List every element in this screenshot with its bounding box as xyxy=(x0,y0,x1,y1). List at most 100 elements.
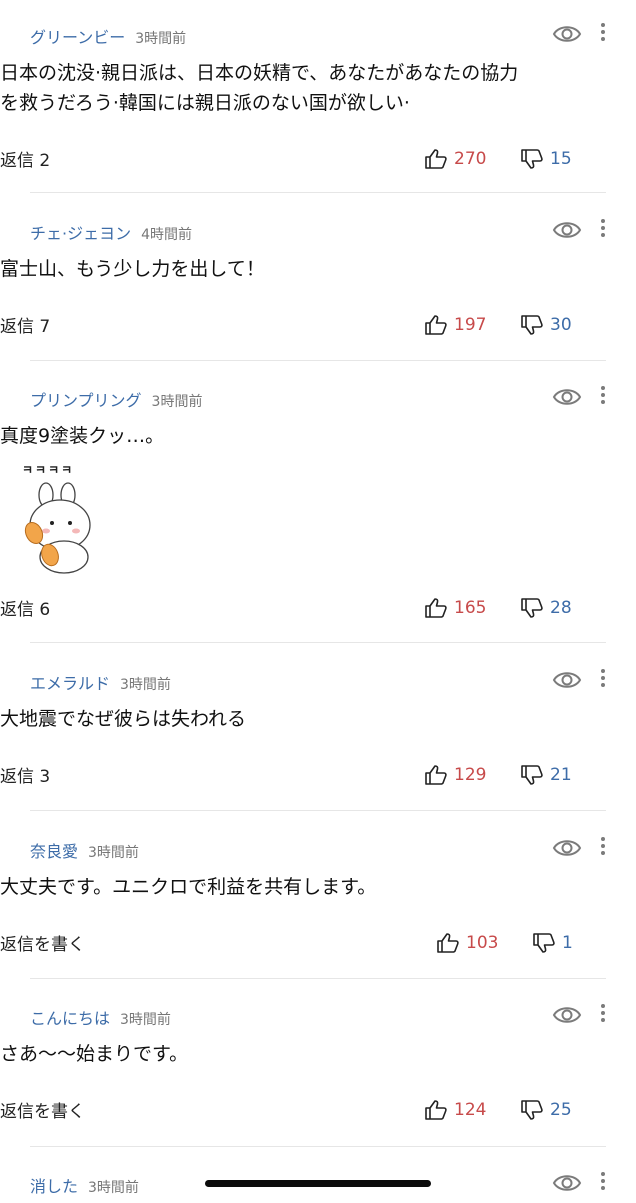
comment-time: 3時間前 xyxy=(120,1012,171,1028)
thumbs-up-icon xyxy=(425,765,447,785)
dislike-count: 1 xyxy=(562,933,573,953)
like-button[interactable]: 165 xyxy=(424,593,486,623)
comment-text-line: さあ～～始まりです。 xyxy=(0,1043,189,1065)
eye-icon[interactable] xyxy=(552,836,582,860)
comment-item: チェ·ジェヨン 4時間前 富士山、もう少し力を出して！ 返信 7 197 30 xyxy=(0,214,636,354)
comment-footer: 返信を書く 103 1 xyxy=(0,928,636,958)
comment-time: 4時間前 xyxy=(141,227,193,243)
dislike-count: 30 xyxy=(550,315,572,335)
more-vertical-icon[interactable] xyxy=(598,1169,608,1195)
reply-button[interactable]: 返信を書く xyxy=(0,1097,85,1122)
like-count: 270 xyxy=(454,149,487,169)
more-vertical-icon[interactable] xyxy=(598,666,608,692)
like-count: 103 xyxy=(466,933,499,953)
thumbs-down-icon xyxy=(521,315,543,335)
comment-footer: 返信 2 270 15 xyxy=(0,144,636,174)
comment-header: エメラルド 3時間前 xyxy=(30,664,606,700)
dislike-count: 21 xyxy=(550,765,572,785)
comment-author[interactable]: プリンプリング 3時間前 xyxy=(30,387,202,411)
bunny-sticker: ㅋㅋㅋㅋ xyxy=(16,461,106,574)
more-vertical-icon[interactable] xyxy=(598,216,608,242)
thumbs-down-icon xyxy=(521,598,543,618)
eye-icon[interactable] xyxy=(552,218,582,242)
thumbs-up-icon xyxy=(425,598,447,618)
comment-item: グリーンビー 3時間前 日本の沈没·親日派は、日本の妖精で、あなたがあなたの協力 … xyxy=(0,18,636,188)
dislike-count: 28 xyxy=(550,598,572,618)
more-vertical-icon[interactable] xyxy=(598,1001,608,1027)
dislike-button[interactable]: 15 xyxy=(520,144,572,174)
like-count: 197 xyxy=(454,315,487,335)
comment-item: プリンプリング 3時間前 真度9塗装クッ…。 ㅋㅋㅋㅋ 返信 6 165 28 xyxy=(0,381,636,637)
comment-header: 奈良愛 3時間前 xyxy=(30,832,606,868)
more-vertical-icon[interactable] xyxy=(598,20,608,46)
comment-item: 奈良愛 3時間前 大丈夫です。ユニクロで利益を共有します。 返信を書く 103 1 xyxy=(0,832,636,972)
like-button[interactable]: 124 xyxy=(424,1095,486,1125)
home-indicator[interactable] xyxy=(205,1180,431,1187)
reply-button[interactable]: 返信 6 xyxy=(0,595,50,620)
dislike-count: 15 xyxy=(550,149,572,169)
comment-time: 3時間前 xyxy=(151,394,203,410)
thumbs-up-icon xyxy=(425,315,447,335)
like-count: 124 xyxy=(454,1100,487,1120)
like-button[interactable]: 197 xyxy=(424,310,486,340)
comment-item: エメラルド 3時間前 大地震でなぜ彼らは失われる 返信 3 129 21 xyxy=(0,664,636,804)
comment-header: チェ·ジェヨン 4時間前 xyxy=(30,214,606,250)
divider xyxy=(30,192,606,193)
like-button[interactable]: 270 xyxy=(424,144,486,174)
comment-time: 3時間前 xyxy=(88,845,139,861)
like-button[interactable]: 129 xyxy=(424,760,486,790)
comment-footer: 返信を書く 124 25 xyxy=(0,1095,636,1125)
divider xyxy=(30,642,606,643)
comment-author[interactable]: 消した 3時間前 xyxy=(30,1173,139,1197)
comment-time: 3時間前 xyxy=(120,677,171,693)
comment-time: 3時間前 xyxy=(88,1180,139,1196)
comment-text: 真度9塗装クッ…。 xyxy=(0,421,636,451)
comment-author[interactable]: チェ·ジェヨン 4時間前 xyxy=(30,220,192,244)
comment-item: こんにちは 3時間前 さあ～～始まりです。 返信を書く 124 25 xyxy=(0,999,636,1139)
eye-icon[interactable] xyxy=(552,1171,582,1195)
dislike-button[interactable]: 21 xyxy=(520,760,572,790)
comment-author[interactable]: こんにちは 3時間前 xyxy=(30,1005,171,1029)
like-count: 129 xyxy=(454,765,487,785)
like-button[interactable]: 103 xyxy=(436,928,498,958)
comment-text-line: 富士山、もう少し力を出して！ xyxy=(0,258,265,280)
comment-header: プリンプリング 3時間前 xyxy=(30,381,606,417)
dislike-button[interactable]: 28 xyxy=(520,593,572,623)
comment-text: 日本の沈没·親日派は、日本の妖精で、あなたがあなたの協力 を救うだろう·韓国には… xyxy=(0,58,636,118)
comment-footer: 返信 7 197 30 xyxy=(0,310,636,340)
reply-button[interactable]: 返信を書く xyxy=(0,930,85,955)
dislike-count: 25 xyxy=(550,1100,572,1120)
comment-text-line: 日本の沈没·親日派は、日本の妖精で、あなたがあなたの協力 xyxy=(0,62,519,84)
thumbs-down-icon xyxy=(521,1100,543,1120)
comment-text: 富士山、もう少し力を出して！ xyxy=(0,254,636,284)
comment-text-line: 大丈夫です。ユニクロで利益を共有します。 xyxy=(0,876,377,898)
comment-text: さあ～～始まりです。 xyxy=(0,1039,636,1069)
dislike-button[interactable]: 25 xyxy=(520,1095,572,1125)
dislike-button[interactable]: 30 xyxy=(520,310,572,340)
more-vertical-icon[interactable] xyxy=(598,383,608,409)
comment-footer: 返信 3 129 21 xyxy=(0,760,636,790)
comment-header: こんにちは 3時間前 xyxy=(30,999,606,1035)
reply-button[interactable]: 返信 7 xyxy=(0,312,50,337)
eye-icon[interactable] xyxy=(552,668,582,692)
dislike-button[interactable]: 1 xyxy=(532,928,573,958)
comment-text-line: 大地震でなぜ彼らは失われる xyxy=(0,708,247,730)
thumbs-down-icon xyxy=(521,149,543,169)
comment-text-line: を救うだろう·韓国には親日派のない国が欲しい· xyxy=(0,92,410,114)
eye-icon[interactable] xyxy=(552,1003,582,1027)
comment-author[interactable]: グリーンビー 3時間前 xyxy=(30,24,186,48)
eye-icon[interactable] xyxy=(552,385,582,409)
eye-icon[interactable] xyxy=(552,22,582,46)
reply-button[interactable]: 返信 3 xyxy=(0,762,50,787)
comment-author[interactable]: エメラルド 3時間前 xyxy=(30,670,171,694)
comment-footer: 返信 6 165 28 xyxy=(0,593,636,623)
comment-time: 3時間前 xyxy=(135,31,187,47)
divider xyxy=(30,978,606,979)
thumbs-up-icon xyxy=(425,149,447,169)
reply-button[interactable]: 返信 2 xyxy=(0,146,50,171)
comment-text-line: 真度9塗装クッ…。 xyxy=(0,425,165,447)
thumbs-down-icon xyxy=(521,765,543,785)
comment-author[interactable]: 奈良愛 3時間前 xyxy=(30,838,139,862)
comment-text: 大地震でなぜ彼らは失われる xyxy=(0,704,636,734)
more-vertical-icon[interactable] xyxy=(598,834,608,860)
